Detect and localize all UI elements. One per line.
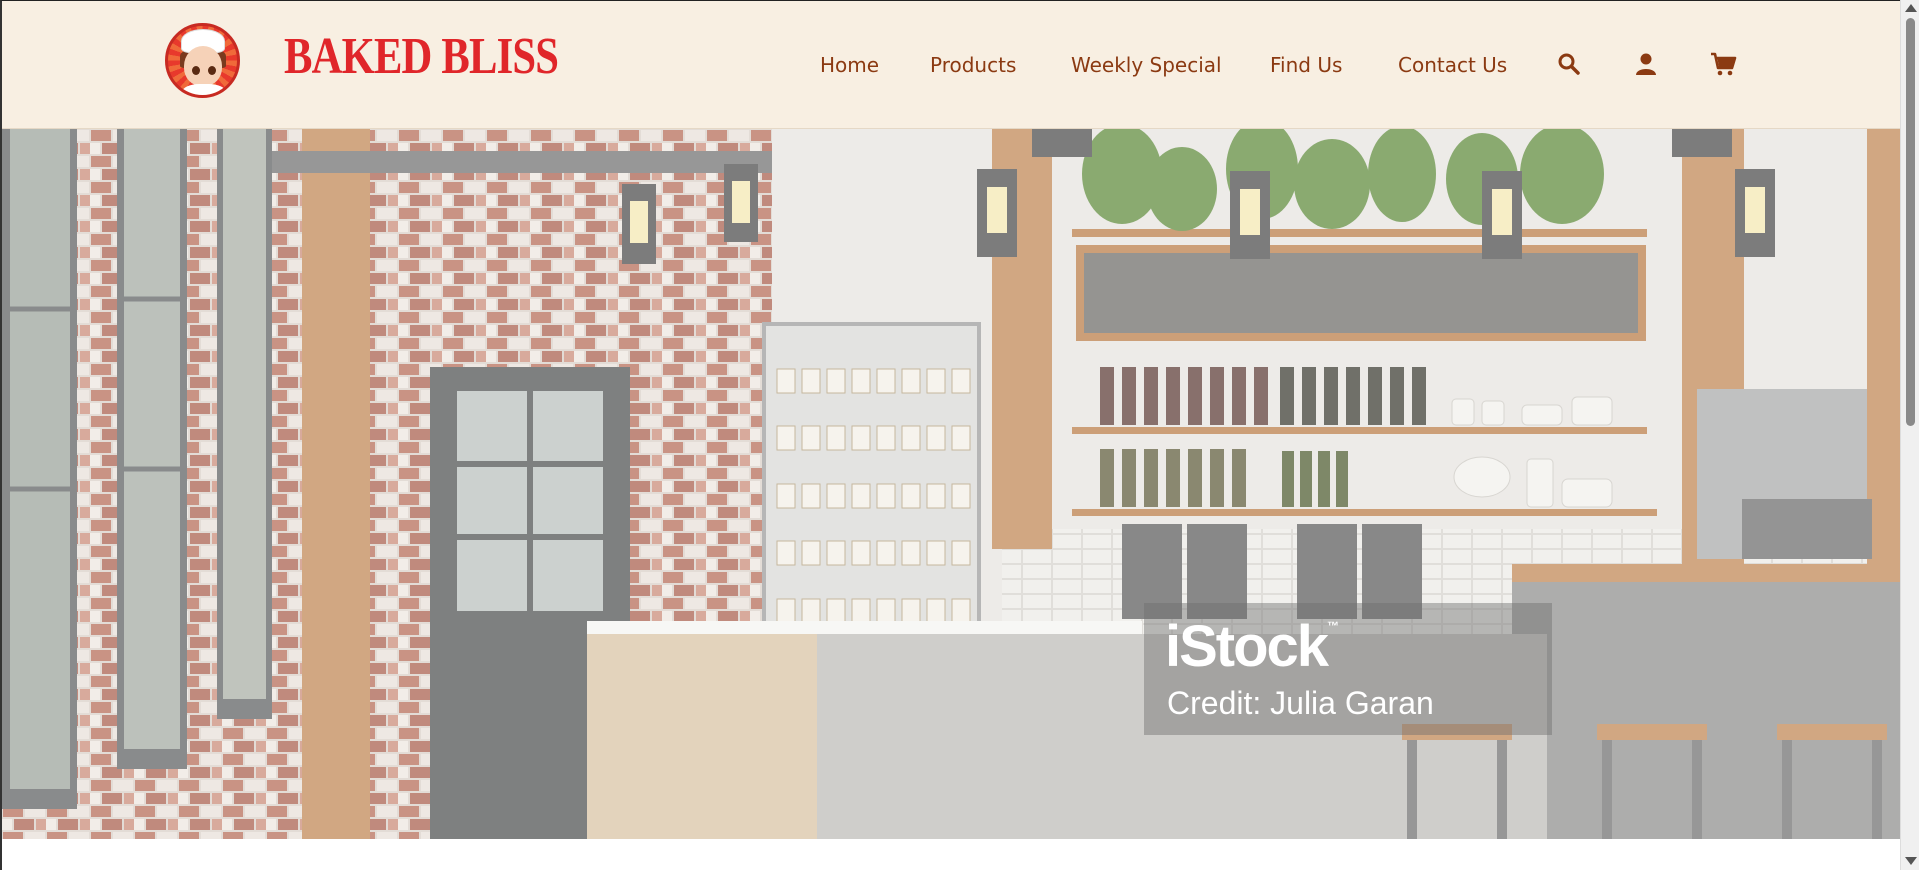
scroll-up-arrow-icon[interactable] — [1905, 4, 1917, 12]
hero-image: iStock™ Credit: Julia Garan — [2, 129, 1902, 839]
nav-find-us[interactable]: Find Us — [1270, 53, 1342, 77]
scroll-down-arrow-icon[interactable] — [1905, 857, 1917, 865]
chef-logo-icon[interactable] — [165, 23, 240, 98]
nav-products[interactable]: Products — [930, 53, 1016, 77]
search-icon[interactable] — [1556, 51, 1582, 77]
cart-icon[interactable] — [1709, 51, 1737, 77]
vertical-scrollbar[interactable] — [1900, 0, 1919, 870]
trademark-symbol: ™ — [1327, 619, 1340, 633]
hero-overlay — [2, 129, 1902, 839]
scrollbar-thumb[interactable] — [1906, 18, 1915, 426]
page: BAKED BLISS Home Products Weekly Special… — [0, 0, 1902, 870]
image-credit: Credit: Julia Garan — [1167, 685, 1434, 721]
brand-name[interactable]: BAKED BLISS — [284, 31, 559, 83]
nav-contact-us[interactable]: Contact Us — [1398, 53, 1507, 77]
watermark-brand: iStock — [1165, 614, 1329, 679]
site-header: BAKED BLISS Home Products Weekly Special… — [2, 1, 1902, 129]
nav-home[interactable]: Home — [820, 53, 879, 77]
user-icon[interactable] — [1633, 51, 1659, 77]
nav-weekly-special[interactable]: Weekly Special — [1071, 53, 1222, 77]
istock-watermark: iStock™ — [1165, 613, 1339, 680]
